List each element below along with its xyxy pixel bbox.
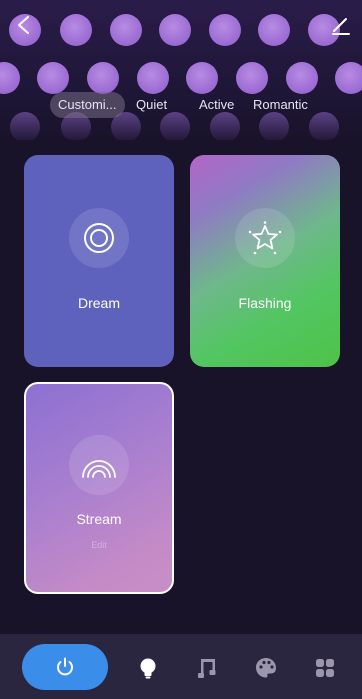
chip-active[interactable]: Active (199, 92, 234, 118)
light-dot (0, 62, 20, 94)
chip-customize[interactable]: Customi... (50, 92, 125, 118)
light-dot (286, 62, 318, 94)
edit-link[interactable]: Edit (26, 540, 172, 550)
scene-label: Flashing (238, 295, 292, 311)
music-icon[interactable] (195, 656, 219, 680)
bulb-icon[interactable] (136, 656, 160, 680)
light-dot (110, 14, 142, 46)
edit-icon[interactable] (330, 14, 352, 36)
light-dot (209, 14, 241, 46)
chip-romantic[interactable]: Romantic (253, 92, 308, 118)
scene-label: Stream (76, 511, 122, 527)
rainbow-icon (69, 435, 129, 495)
light-dot (60, 14, 92, 46)
light-dot (335, 62, 362, 94)
concentric-circles-icon (69, 208, 129, 268)
light-dot (258, 14, 290, 46)
scene-label: Dream (77, 295, 120, 311)
light-dot (37, 62, 69, 94)
light-dot (236, 62, 268, 94)
palette-icon[interactable] (254, 656, 278, 680)
power-button[interactable] (22, 644, 108, 690)
scene-card-dream[interactable]: Dream (24, 155, 174, 367)
grid-icon[interactable] (313, 656, 337, 680)
preset-chips: Customi... Quiet Active Romantic (0, 92, 362, 118)
scene-card-stream[interactable]: Stream Edit (24, 382, 174, 594)
light-dot (87, 62, 119, 94)
back-arrow-icon[interactable] (14, 14, 34, 36)
header: Customi... Quiet Active Romantic (0, 0, 362, 140)
bottom-nav (0, 634, 362, 699)
light-dot (159, 14, 191, 46)
light-dot (186, 62, 218, 94)
light-dot (137, 62, 169, 94)
sparkle-star-icon (235, 208, 295, 268)
scene-card-flashing[interactable]: Flashing (190, 155, 340, 367)
chip-quiet[interactable]: Quiet (136, 92, 167, 118)
power-icon (57, 657, 73, 676)
